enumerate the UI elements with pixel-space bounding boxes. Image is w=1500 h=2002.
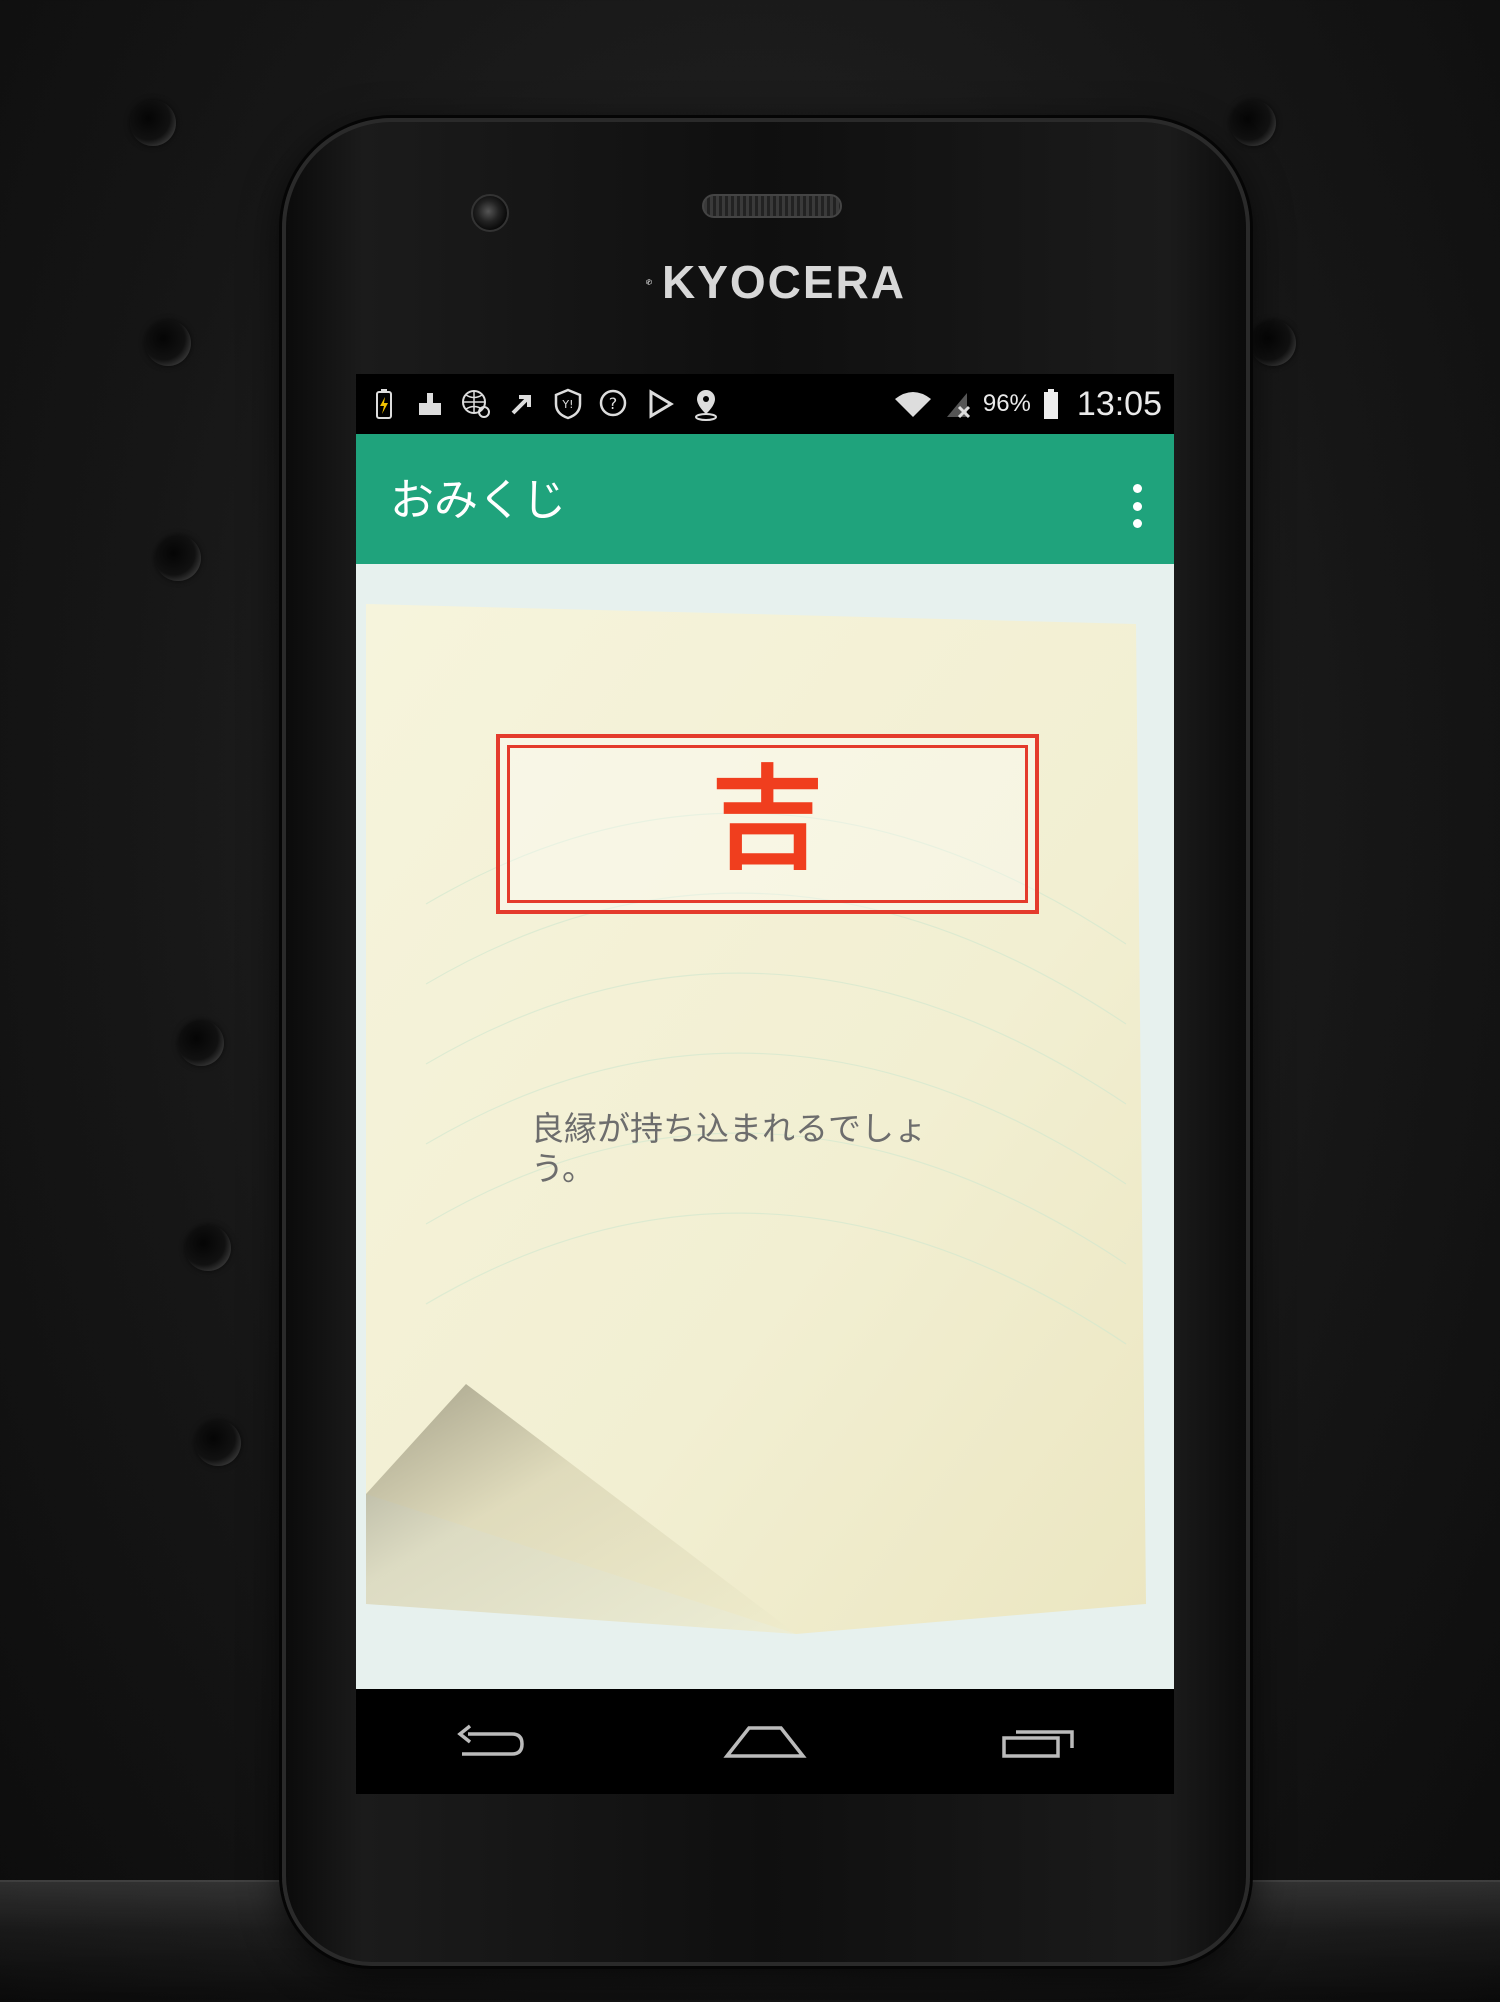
board-hole (178, 1020, 224, 1066)
navigation-bar (356, 1689, 1174, 1794)
board-hole (1230, 100, 1276, 146)
back-icon[interactable] (432, 1707, 552, 1777)
board-hole (155, 535, 201, 581)
svg-text:Y!: Y! (561, 398, 573, 411)
fortune-message: 良縁が持ち込まれるでしょう。 (531, 1109, 927, 1188)
app-title: おみくじ (390, 475, 566, 526)
play-store-icon (642, 386, 678, 422)
more-vert-icon[interactable] (1130, 484, 1144, 528)
omikuji-content: 吉 良縁が持ち込まれるでしょう。 (356, 564, 1174, 1689)
battery-charging-icon (366, 386, 402, 422)
earpiece-speaker (702, 194, 842, 218)
help-icon: ? (596, 386, 632, 422)
status-time: 13:05 (1076, 384, 1162, 423)
board-hole (1250, 320, 1296, 366)
arrow-up-right-icon (504, 386, 540, 422)
omikuji-result: 吉 (711, 754, 824, 885)
phone-screen: Y! ? 96% 13:05 おみくじ 吉 良縁が持ち込まれるでしょう。 (356, 374, 1174, 1794)
board-hole (130, 100, 176, 146)
board-hole (195, 1420, 241, 1466)
brand-logo: KYOCERA (646, 252, 906, 312)
map-pin-icon (688, 386, 724, 422)
brand-text: KYOCERA (661, 256, 906, 308)
signal-no-sim-icon (946, 393, 970, 419)
kyocera-logo-icon (646, 278, 652, 286)
status-bar-right: 96% 13:05 (893, 385, 1162, 424)
phone-device: KYOCERA Y! ? 96% 13:05 おみくじ 吉 良縁が持ち込まれるで… (282, 118, 1250, 1966)
recents-icon[interactable] (978, 1707, 1098, 1777)
svg-text:?: ? (609, 394, 618, 413)
home-icon[interactable] (705, 1707, 825, 1777)
omikuji-result-frame: 吉 (496, 734, 1039, 914)
board-hole (185, 1225, 231, 1271)
status-bar: Y! ? 96% 13:05 (356, 374, 1174, 434)
battery-icon (1043, 389, 1058, 419)
yahoo-shield-icon: Y! (550, 386, 586, 422)
wifi-icon (894, 392, 931, 417)
front-camera (471, 194, 509, 232)
app-bar: おみくじ (356, 434, 1174, 564)
globe-search-icon (458, 386, 494, 422)
board-hole (145, 320, 191, 366)
cleaner-icon (412, 386, 448, 422)
battery-percent: 96% (982, 390, 1031, 417)
